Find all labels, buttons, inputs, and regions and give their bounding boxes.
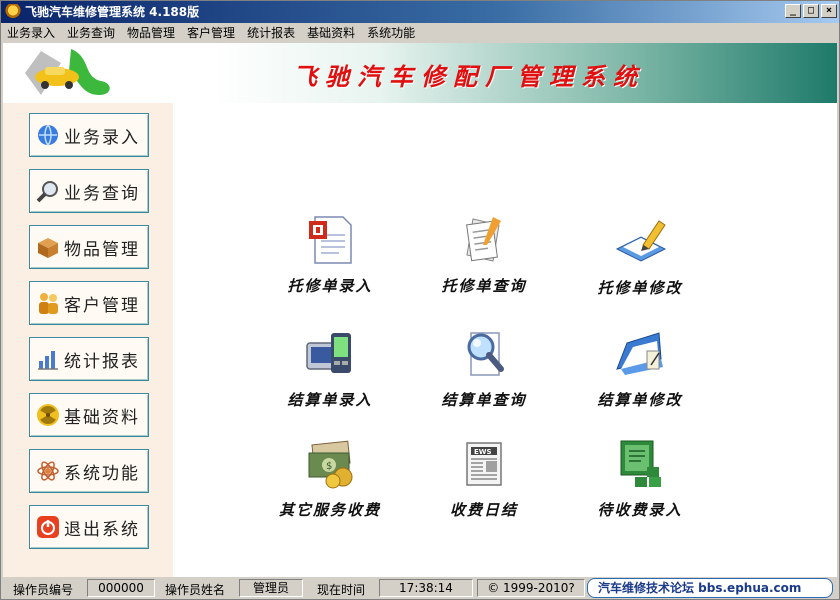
sidebar-label: 统计报表 [64, 351, 140, 372]
tile-daily-settlement[interactable]: EWS 收费日结 [419, 439, 549, 520]
tile-label: 托修单录入 [287, 277, 373, 295]
tile-label: 结算单录入 [287, 391, 373, 409]
tile-label: 待收费录入 [597, 501, 683, 519]
search-document-icon [467, 332, 504, 376]
status-bar: 操作员编号 000000 操作员姓名 管理员 现在时间 17:38:14 © 1… [1, 577, 839, 599]
folder-edit-icon [616, 332, 663, 375]
sidebar-label: 物品管理 [64, 239, 140, 260]
atom-icon [37, 461, 59, 481]
menu-business-entry[interactable]: 业务录入 [1, 23, 61, 43]
menu-system[interactable]: 系统功能 [361, 23, 421, 43]
tile-label: 结算单查询 [441, 391, 527, 409]
operator-id-value: 000000 [87, 579, 155, 597]
app-window: 飞驰汽车维修管理系统 4.188版 _ □ × 业务录入 业务查询 物品管理 客… [0, 0, 840, 600]
sidebar-business-entry-button[interactable]: 业务录入 [29, 113, 149, 157]
tile-label: 托修单修改 [597, 279, 683, 297]
menu-customers[interactable]: 客户管理 [181, 23, 241, 43]
time-value: 17:38:14 [379, 579, 473, 597]
window-controls: _ □ × [785, 4, 837, 18]
banner: 飞驰汽车修配厂管理系统 [3, 43, 837, 103]
sidebar-goods-button[interactable]: 物品管理 [29, 225, 149, 269]
svg-text:EWS: EWS [474, 448, 492, 456]
sidebar-customers-button[interactable]: 客户管理 [29, 281, 149, 325]
sidebar-label: 客户管理 [64, 295, 140, 316]
maximize-button[interactable]: □ [803, 4, 819, 18]
main-panel: 托修单录入 托修单查询 托修单修改 结算单录入 结算单查询 结算单修改 $ 其它… [173, 103, 837, 577]
svg-text:$: $ [326, 461, 332, 472]
menu-business-query[interactable]: 业务查询 [61, 23, 121, 43]
menu-reports[interactable]: 统计报表 [241, 23, 301, 43]
sidebar-reports-button[interactable]: 统计报表 [29, 337, 149, 381]
tile-label: 托修单查询 [441, 277, 527, 295]
power-icon [37, 516, 59, 538]
sidebar: 业务录入 业务查询 物品管理 客户管理 统计报表 基础资料 系统功能 退出系统 [3, 103, 173, 577]
sidebar-label: 业务录入 [64, 127, 140, 148]
money-icon: $ [308, 440, 353, 489]
title-bar[interactable]: 飞驰汽车维修管理系统 4.188版 _ □ × [1, 1, 839, 23]
tile-settlement-edit[interactable]: 结算单修改 [575, 329, 705, 410]
sidebar-label: 退出系统 [64, 519, 140, 540]
menu-goods[interactable]: 物品管理 [121, 23, 181, 43]
menu-bar: 业务录入 业务查询 物品管理 客户管理 统计报表 基础资料 系统功能 [1, 23, 839, 43]
people-icon [39, 293, 58, 314]
copyright-text: © 1999-2010? [477, 579, 585, 597]
forum-link[interactable]: 汽车维修技术论坛 bbs.ephua.com [587, 578, 833, 598]
sidebar-basic-data-button[interactable]: 基础资料 [29, 393, 149, 437]
globe-icon [38, 124, 58, 146]
newspaper-icon: EWS [466, 442, 502, 486]
document-entry-icon [309, 216, 352, 264]
bar-chart-icon [38, 351, 58, 370]
sidebar-label: 业务查询 [64, 183, 140, 204]
tile-other-service-fee[interactable]: $ 其它服务收费 [265, 439, 395, 520]
sidebar-system-button[interactable]: 系统功能 [29, 449, 149, 493]
tile-settlement-query[interactable]: 结算单查询 [419, 329, 549, 410]
tile-label: 其它服务收费 [278, 501, 381, 519]
car-logo-icon [25, 49, 110, 95]
edit-document-icon [615, 220, 667, 262]
box-icon [38, 238, 58, 258]
documents-icon [466, 217, 501, 262]
green-document-icon [620, 440, 661, 487]
operator-name-label: 操作员姓名 [165, 583, 226, 597]
tile-repair-order-query[interactable]: 托修单查询 [419, 215, 549, 296]
sidebar-label: 基础资料 [64, 407, 140, 428]
magnifier-icon [36, 181, 58, 203]
sidebar-exit-button[interactable]: 退出系统 [29, 505, 149, 549]
tile-label: 结算单修改 [597, 391, 683, 409]
minimize-button[interactable]: _ [785, 4, 801, 18]
menu-basic-data[interactable]: 基础资料 [301, 23, 361, 43]
sidebar-business-query-button[interactable]: 业务查询 [29, 169, 149, 213]
window-title: 飞驰汽车维修管理系统 4.188版 [25, 5, 200, 19]
banner-title: 飞驰汽车修配厂管理系统 [293, 62, 645, 91]
app-icon [5, 4, 21, 20]
sidebar-label: 系统功能 [64, 463, 140, 484]
tile-settlement-entry[interactable]: 结算单录入 [265, 329, 395, 410]
tile-pending-fee-entry[interactable]: 待收费录入 [575, 439, 705, 520]
pda-icon [306, 333, 351, 373]
operator-id-label: 操作员编号 [13, 583, 74, 597]
operator-name-value: 管理员 [239, 579, 303, 597]
radiation-icon [37, 404, 59, 426]
tile-repair-order-edit[interactable]: 托修单修改 [575, 217, 705, 298]
tile-repair-order-entry[interactable]: 托修单录入 [265, 215, 395, 296]
tile-label: 收费日结 [449, 501, 518, 519]
time-label: 现在时间 [317, 583, 366, 597]
close-button[interactable]: × [821, 4, 837, 18]
